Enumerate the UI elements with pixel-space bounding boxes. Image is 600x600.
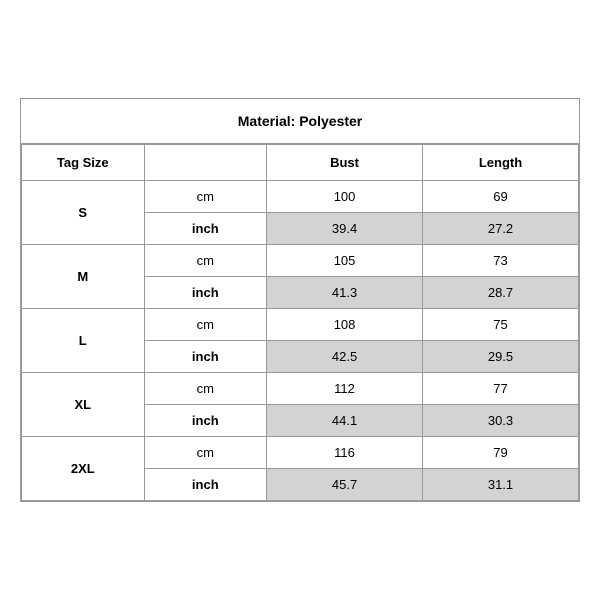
- size-label: S: [22, 181, 145, 245]
- length-cm: 75: [423, 309, 579, 341]
- length-inch: 29.5: [423, 341, 579, 373]
- length-cm: 77: [423, 373, 579, 405]
- chart-title: Material: Polyester: [21, 99, 579, 144]
- unit-cm: cm: [144, 373, 267, 405]
- length-inch: 28.7: [423, 277, 579, 309]
- size-chart-container: Material: Polyester Tag Size Bust Length…: [20, 98, 580, 502]
- unit-inch: inch: [144, 341, 267, 373]
- size-table: Tag Size Bust Length Scm10069inch39.427.…: [21, 144, 579, 501]
- length-cm: 69: [423, 181, 579, 213]
- length-cm: 73: [423, 245, 579, 277]
- header-unit: [144, 145, 267, 181]
- unit-cm: cm: [144, 437, 267, 469]
- table-row: Scm10069: [22, 181, 579, 213]
- bust-cm: 100: [267, 181, 423, 213]
- bust-cm: 112: [267, 373, 423, 405]
- bust-inch: 39.4: [267, 213, 423, 245]
- table-row: Mcm10573: [22, 245, 579, 277]
- length-inch: 30.3: [423, 405, 579, 437]
- bust-inch: 42.5: [267, 341, 423, 373]
- length-cm: 79: [423, 437, 579, 469]
- unit-inch: inch: [144, 213, 267, 245]
- unit-inch: inch: [144, 405, 267, 437]
- unit-cm: cm: [144, 245, 267, 277]
- length-inch: 31.1: [423, 469, 579, 501]
- table-row: XLcm11277: [22, 373, 579, 405]
- bust-inch: 45.7: [267, 469, 423, 501]
- bust-cm: 108: [267, 309, 423, 341]
- header-tag-size: Tag Size: [22, 145, 145, 181]
- bust-inch: 44.1: [267, 405, 423, 437]
- size-label: L: [22, 309, 145, 373]
- header-length: Length: [423, 145, 579, 181]
- bust-inch: 41.3: [267, 277, 423, 309]
- unit-inch: inch: [144, 469, 267, 501]
- unit-inch: inch: [144, 277, 267, 309]
- unit-cm: cm: [144, 181, 267, 213]
- bust-cm: 105: [267, 245, 423, 277]
- size-label: 2XL: [22, 437, 145, 501]
- size-label: M: [22, 245, 145, 309]
- unit-cm: cm: [144, 309, 267, 341]
- size-label: XL: [22, 373, 145, 437]
- length-inch: 27.2: [423, 213, 579, 245]
- table-row: Lcm10875: [22, 309, 579, 341]
- table-row: 2XLcm11679: [22, 437, 579, 469]
- header-bust: Bust: [267, 145, 423, 181]
- bust-cm: 116: [267, 437, 423, 469]
